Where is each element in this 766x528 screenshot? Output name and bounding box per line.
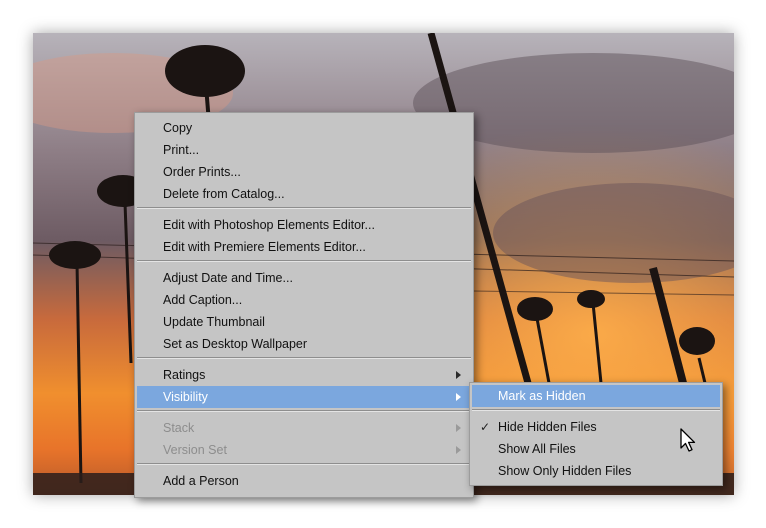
menu-item-delete-from-catalog[interactable]: Delete from Catalog... — [137, 183, 471, 205]
submenu-item-show-only-hidden[interactable]: Show Only Hidden Files — [472, 460, 720, 482]
menu-separator — [137, 207, 471, 209]
mouse-pointer-icon — [680, 428, 696, 452]
menu-item-label: Show Only Hidden Files — [498, 464, 632, 478]
menu-separator — [137, 260, 471, 262]
menu-item-label: Order Prints... — [163, 165, 241, 179]
submenu-arrow-icon — [456, 424, 461, 432]
menu-item-label: Delete from Catalog... — [163, 187, 285, 201]
menu-item-label: Set as Desktop Wallpaper — [163, 337, 308, 351]
menu-item-label: Stack — [163, 421, 195, 435]
menu-item-label: Add a Person — [163, 474, 239, 488]
context-menu: Copy Print... Order Prints... Delete fro… — [134, 112, 474, 498]
menu-item-label: Update Thumbnail — [163, 315, 265, 329]
menu-item-edit-photoshop[interactable]: Edit with Photoshop Elements Editor... — [137, 214, 471, 236]
menu-item-label: Copy — [163, 121, 193, 135]
menu-item-add-caption[interactable]: Add Caption... — [137, 289, 471, 311]
menu-item-label: Add Caption... — [163, 293, 243, 307]
menu-item-stack: Stack — [137, 417, 471, 439]
menu-separator — [472, 409, 720, 411]
menu-item-label: Version Set — [163, 443, 227, 457]
submenu-item-mark-hidden[interactable]: Mark as Hidden — [472, 385, 720, 407]
menu-item-label: Adjust Date and Time... — [163, 271, 293, 285]
menu-item-set-wallpaper[interactable]: Set as Desktop Wallpaper — [137, 333, 471, 355]
submenu-arrow-icon — [456, 371, 461, 379]
menu-item-update-thumbnail[interactable]: Update Thumbnail — [137, 311, 471, 333]
menu-item-order-prints[interactable]: Order Prints... — [137, 161, 471, 183]
menu-separator — [137, 410, 471, 412]
menu-item-label: Show All Files — [498, 442, 576, 456]
menu-item-label: Print... — [163, 143, 200, 157]
menu-item-version-set: Version Set — [137, 439, 471, 461]
menu-item-label: Edit with Premiere Elements Editor... — [163, 240, 366, 254]
menu-item-label: Edit with Photoshop Elements Editor... — [163, 218, 375, 232]
menu-item-add-person[interactable]: Add a Person — [137, 470, 471, 492]
checkmark-icon: ✓ — [480, 420, 491, 434]
submenu-arrow-icon — [456, 446, 461, 454]
menu-item-edit-premiere[interactable]: Edit with Premiere Elements Editor... — [137, 236, 471, 258]
menu-item-label: Mark as Hidden — [498, 389, 586, 403]
menu-item-label: Hide Hidden Files — [498, 420, 597, 434]
menu-item-label: Visibility — [163, 390, 208, 404]
menu-separator — [137, 463, 471, 465]
menu-item-ratings[interactable]: Ratings — [137, 364, 471, 386]
menu-item-adjust-date[interactable]: Adjust Date and Time... — [137, 267, 471, 289]
menu-separator — [137, 357, 471, 359]
menu-item-copy[interactable]: Copy — [137, 117, 471, 139]
menu-item-label: Ratings — [163, 368, 206, 382]
menu-item-visibility[interactable]: Visibility — [137, 386, 471, 408]
menu-item-print[interactable]: Print... — [137, 139, 471, 161]
submenu-arrow-icon — [456, 393, 461, 401]
